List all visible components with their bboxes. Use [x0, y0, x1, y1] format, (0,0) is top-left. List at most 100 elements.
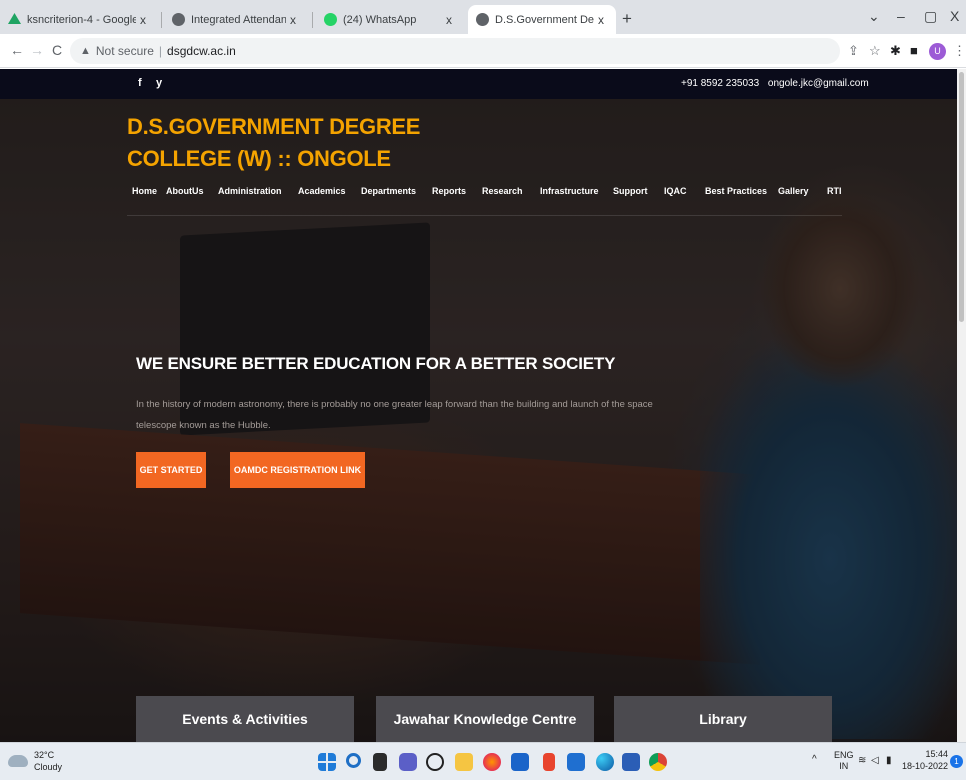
tab-search-button[interactable]: ⌄	[868, 8, 880, 25]
hero-heading: WE ENSURE BETTER EDUCATION FOR A BETTER …	[136, 354, 616, 373]
contact-info: +91 8592 235033 ongole.jkc@gmail.com	[681, 78, 869, 89]
nav-best-practices[interactable]: Best Practices	[705, 186, 767, 196]
get-started-button[interactable]: GET STARTED	[136, 452, 206, 488]
weather-condition: Cloudy	[34, 762, 63, 772]
email-address[interactable]: ongole.jkc@gmail.com	[768, 78, 869, 89]
globe-icon	[476, 13, 489, 26]
close-window-button[interactable]: X	[950, 8, 959, 24]
scrollbar-thumb[interactable]	[959, 72, 964, 322]
card-jawahar-knowledge-centre[interactable]: Jawahar Knowledge Centre	[376, 696, 594, 742]
facebook-icon[interactable]: f	[138, 77, 142, 89]
url-text[interactable]: dsgdcw.ac.in	[167, 44, 236, 58]
volume-icon[interactable]: ◁	[871, 755, 879, 766]
notification-badge[interactable]: 1	[950, 755, 963, 768]
mail-icon[interactable]	[511, 753, 529, 771]
office-icon[interactable]	[543, 753, 555, 771]
browser-toolbar: ← → C ▲ Not secure | dsgdcw.ac.in ⇪ ☆ ✱ …	[0, 34, 966, 68]
search-icon[interactable]	[346, 753, 361, 768]
tab-title: D.S.Government Degree College	[495, 13, 594, 26]
wifi-icon[interactable]: ≋	[858, 755, 866, 766]
tab-divider	[312, 12, 313, 28]
tab-title: Integrated Attendance Managem	[191, 13, 286, 26]
nav-rti[interactable]: RTI	[827, 186, 842, 196]
tab-close-button[interactable]: x	[442, 13, 456, 27]
address-bar[interactable]: ▲ Not secure | dsgdcw.ac.in	[70, 38, 840, 64]
browser-tabstrip: ksncriterion-4 - Google Drive x Integrat…	[0, 0, 966, 34]
nav-home[interactable]: Home	[132, 186, 157, 196]
clock-time: 15:44	[925, 749, 949, 759]
chevron-up-icon[interactable]: ^	[812, 754, 817, 765]
twitter-icon[interactable]: y	[156, 77, 162, 89]
google-drive-icon	[8, 13, 21, 25]
tab-ds-government-college[interactable]: D.S.Government Degree College x	[468, 5, 616, 34]
site-topbar: f y +91 8592 235033 ongole.jkc@gmail.com	[0, 69, 966, 99]
forward-arrow-icon[interactable]: →	[30, 42, 44, 58]
nav-research[interactable]: Research	[482, 186, 523, 196]
chat-icon[interactable]	[399, 753, 417, 771]
clock[interactable]: 15:44 18-10-2022	[902, 748, 948, 772]
new-tab-button[interactable]: +	[622, 9, 632, 29]
tab-close-button[interactable]: x	[136, 13, 150, 27]
region-code: IN	[839, 761, 849, 771]
site-logo[interactable]: D.S.GOVERNMENT DEGREE COLLEGE (W) :: ONG…	[127, 111, 447, 175]
security-status[interactable]: Not secure	[96, 44, 154, 58]
profile-avatar[interactable]: U	[929, 43, 946, 60]
oamdc-registration-button[interactable]: OAMDC REGISTRATION LINK	[230, 452, 365, 488]
nav-divider	[127, 215, 842, 216]
language-indicator[interactable]: ENG IN	[834, 750, 854, 772]
windows-start-icon[interactable]	[318, 753, 336, 771]
nav-gallery[interactable]: Gallery	[778, 186, 809, 196]
nav-reports[interactable]: Reports	[432, 186, 466, 196]
temperature: 32°C	[34, 750, 55, 760]
task-view-icon[interactable]	[373, 753, 387, 771]
windows-taskbar: 32°C Cloudy ^ ENG IN ≋ ◁ ▮ 15:44 18-10-2…	[0, 742, 966, 780]
tab-divider	[161, 12, 162, 28]
separator: |	[158, 44, 163, 58]
share-icon[interactable]: ⇪	[848, 43, 859, 59]
tab-title: (24) WhatsApp	[343, 13, 417, 26]
bookmark-star-icon[interactable]: ☆	[869, 43, 881, 59]
tab-title: ksncriterion-4 - Google Drive	[27, 13, 136, 26]
card-events-activities[interactable]: Events & Activities	[136, 696, 354, 742]
tab-attendance[interactable]: Integrated Attendance Managem x	[164, 5, 308, 34]
card-library[interactable]: Library	[614, 696, 832, 742]
nav-academics[interactable]: Academics	[298, 186, 346, 196]
nav-administration[interactable]: Administration	[218, 186, 282, 196]
nav-infrastructure[interactable]: Infrastructure	[540, 186, 599, 196]
firefox-icon[interactable]	[483, 753, 501, 771]
extensions-puzzle-icon[interactable]: ✱	[890, 43, 901, 59]
side-panel-icon[interactable]: ■	[910, 43, 918, 58]
battery-icon[interactable]: ▮	[886, 755, 892, 766]
logo-line-2: COLLEGE (W) :: ONGOLE	[127, 146, 391, 171]
cloud-icon[interactable]	[8, 755, 28, 767]
maximize-button[interactable]: ▢	[924, 8, 937, 25]
weather-widget[interactable]: 32°C Cloudy	[34, 749, 62, 773]
tab-close-button[interactable]: x	[594, 13, 608, 27]
dell-icon[interactable]	[426, 753, 444, 771]
back-arrow-icon[interactable]: ←	[10, 42, 24, 58]
language-code: ENG	[834, 750, 854, 760]
nav-aboutus[interactable]: AboutUs	[166, 186, 204, 196]
file-explorer-icon[interactable]	[455, 753, 473, 771]
tab-google-drive[interactable]: ksncriterion-4 - Google Drive x	[0, 5, 158, 34]
menu-kebab-icon[interactable]: ⋮	[953, 43, 966, 59]
logo-line-1: D.S.GOVERNMENT DEGREE	[127, 114, 421, 139]
tab-whatsapp[interactable]: (24) WhatsApp x	[316, 5, 464, 34]
minimize-button[interactable]: –	[897, 8, 905, 24]
hero-description: In the history of modern astronomy, ther…	[136, 399, 653, 431]
edge-icon[interactable]	[596, 753, 614, 771]
web-page: f y +91 8592 235033 ongole.jkc@gmail.com…	[0, 69, 966, 742]
clock-date: 18-10-2022	[902, 761, 949, 771]
whatsapp-icon	[324, 13, 337, 26]
store-icon[interactable]	[567, 753, 585, 771]
tab-close-button[interactable]: x	[286, 13, 300, 27]
phone-number[interactable]: +91 8592 235033	[681, 78, 759, 89]
nav-support[interactable]: Support	[613, 186, 648, 196]
nav-departments[interactable]: Departments	[361, 186, 416, 196]
nav-iqac[interactable]: IQAC	[664, 186, 687, 196]
reload-icon[interactable]: C	[52, 42, 62, 58]
chrome-icon[interactable]	[649, 753, 667, 771]
globe-icon	[172, 13, 185, 26]
warning-triangle-icon[interactable]: ▲	[80, 45, 91, 57]
word-icon[interactable]	[622, 753, 640, 771]
